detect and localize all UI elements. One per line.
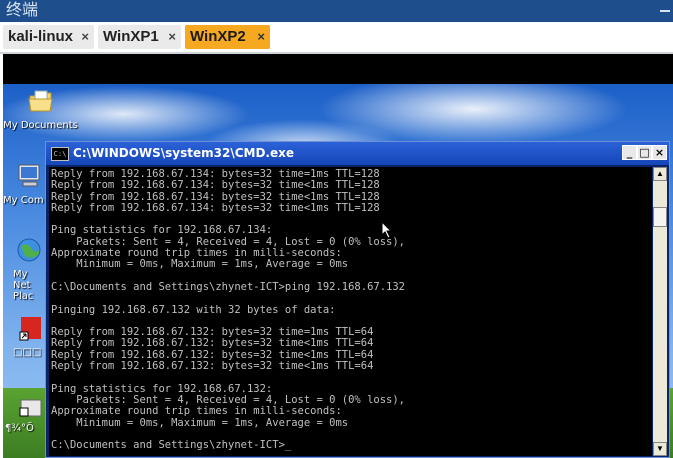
console-line: Minimum = 0ms, Maximum = 1ms, Average = … (51, 416, 349, 429)
tab-bar: kali-linux × WinXP1 × WinXP2 × (0, 22, 673, 54)
desktop-icon-my-documents[interactable]: My Documents (3, 87, 78, 131)
tab-label: WinXP2 (190, 28, 246, 45)
desktop-icon-label: My Net Plac (13, 269, 34, 302)
cmd-title: C:\WINDOWS\system32\CMD.exe (73, 146, 295, 160)
tab-close-icon[interactable]: × (81, 25, 89, 49)
desktop-icon-label: My Documents (3, 120, 78, 131)
globe-icon (17, 238, 41, 262)
tab-kali-linux[interactable]: kali-linux × (3, 25, 94, 49)
cmd-maximize-button[interactable]: □ (637, 145, 652, 160)
console-line: C:\Documents and Settings\zhynet-ICT>_ (51, 439, 292, 452)
tab-close-icon[interactable]: × (168, 25, 176, 49)
minimize-icon[interactable] (660, 10, 670, 12)
tab-winxp2[interactable]: WinXP2 × (185, 25, 270, 49)
console-line: Reply from 192.168.67.134: bytes=32 time… (51, 179, 380, 192)
app-shortcut-icon (19, 399, 42, 417)
tab-winxp1[interactable]: WinXP1 × (98, 25, 181, 49)
tab-close-icon[interactable]: × (257, 25, 265, 49)
console-output[interactable]: Reply from 192.168.67.134: bytes=32 time… (49, 167, 652, 456)
desktop-icon-shortcut[interactable]: □□□ (3, 314, 47, 358)
window-title: 终端 (6, 2, 39, 19)
console-line: C:\Documents and Settings\zhynet-ICT>pin… (51, 280, 406, 293)
folder-icon (27, 90, 53, 112)
cmd-minimize-button[interactable]: _ (622, 145, 637, 160)
scroll-thumb[interactable] (653, 207, 667, 227)
cmd-icon: C:\ (51, 147, 69, 161)
cmd-close-button[interactable]: × (652, 145, 667, 160)
desktop-icon-label: □□□ (13, 347, 42, 358)
console-line: Pinging 192.168.67.132 with 32 bytes of … (51, 303, 336, 316)
console-line: Approximate round trip times in milli-se… (51, 405, 342, 418)
console-line: Reply from 192.168.67.134: bytes=32 time… (51, 201, 380, 214)
tab-label: kali-linux (8, 28, 74, 45)
mouse-cursor-icon (382, 222, 393, 238)
console-line: Minimum = 0ms, Maximum = 1ms, Average = … (51, 258, 349, 271)
desktop-icon-label: ¶¾°Õ (5, 423, 34, 434)
console-lines: Reply from 192.168.67.134: bytes=32 time… (51, 168, 406, 452)
computer-icon (18, 164, 40, 187)
console-line: Reply from 192.168.67.132: bytes=32 time… (51, 360, 374, 373)
vm-toolbar-strip (3, 54, 673, 84)
desktop-icon-my-computer[interactable]: My Com (3, 162, 47, 206)
terminal-titlebar: 终端 (0, 0, 673, 22)
desktop-icon-my-network-places[interactable]: My Net Plac (3, 236, 47, 302)
scroll-down-button[interactable]: ▼ (653, 442, 667, 456)
cmd-window[interactable]: C:\ C:\WINDOWS\system32\CMD.exe _ □ × Re… (45, 141, 670, 458)
cmd-titlebar[interactable]: C:\ C:\WINDOWS\system32\CMD.exe _ □ × (46, 142, 669, 165)
desktop-icon-label: My Com (3, 195, 44, 206)
cmd-scrollbar[interactable]: ▲ ▼ (653, 167, 667, 456)
desktop-icon-shortcut-2[interactable]: ¶¾°Õ (3, 398, 47, 434)
scroll-up-button[interactable]: ▲ (653, 167, 667, 181)
tab-label: WinXP1 (103, 28, 159, 45)
app-shortcut-icon (19, 317, 41, 341)
